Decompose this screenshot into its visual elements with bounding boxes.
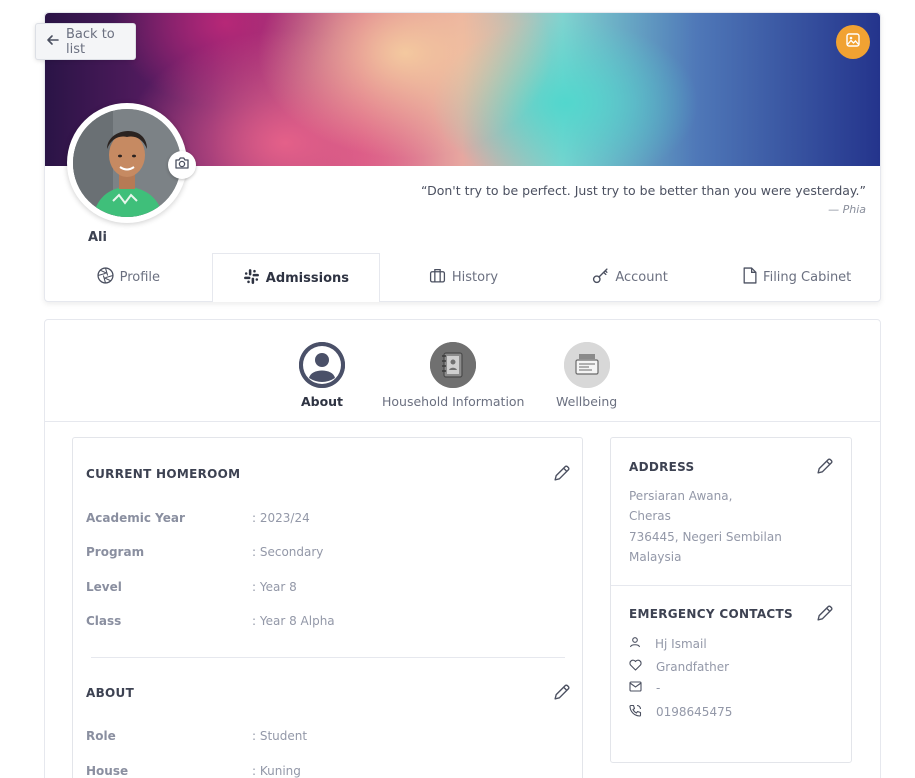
back-to-list-label: Back to list <box>66 26 115 57</box>
subtab-wellbeing-label: Wellbeing <box>556 394 618 409</box>
row-value: : Kuning <box>252 764 301 778</box>
subtab-household-information-label: Household Information <box>382 394 525 409</box>
avatar-photo <box>73 109 181 217</box>
contact-phone: 0198645475 <box>656 705 733 719</box>
subtab-about[interactable]: About <box>299 342 345 409</box>
section-divider <box>91 657 565 658</box>
address-line: 736445, Negeri Sembilan <box>629 530 782 544</box>
profile-tabs: Profile Admissions History Account Filin… <box>45 253 880 302</box>
tab-profile[interactable]: Profile <box>45 253 212 302</box>
tab-filing-cabinet[interactable]: Filing Cabinet <box>713 253 880 302</box>
slack-icon <box>243 268 260 289</box>
student-name: Ali <box>88 230 107 245</box>
wellbeing-icon <box>563 342 610 388</box>
contact-name: Hj Ismail <box>655 636 707 651</box>
row-value: : Year 8 Alpha <box>252 614 335 628</box>
row-value: : 2023/24 <box>252 511 310 525</box>
contact-name-row: Hj Ismail <box>629 636 707 651</box>
address-book-icon <box>430 342 477 388</box>
profile-quote: “Don't try to be perfect. Just try to be… <box>421 183 866 198</box>
file-icon <box>742 267 757 288</box>
contact-email-row: - <box>629 681 660 695</box>
profile-card: Ali “Don't try to be perfect. Just try t… <box>44 12 881 302</box>
tab-account[interactable]: Account <box>547 253 714 302</box>
edit-address-button[interactable] <box>816 458 833 479</box>
about-title: ABOUT <box>86 686 135 700</box>
phone-icon <box>629 704 642 720</box>
row-key: Level <box>86 580 122 594</box>
contact-relation-row: Grandfather <box>629 659 729 674</box>
heart-icon <box>629 659 642 674</box>
emergency-title: EMERGENCY CONTACTS <box>629 607 793 621</box>
key-icon <box>592 267 609 288</box>
admissions-subtabs: About Household Information Wellbeing <box>45 320 880 422</box>
tab-account-label: Account <box>615 270 668 285</box>
briefcase-icon <box>429 267 446 288</box>
tab-admissions-label: Admissions <box>265 270 349 286</box>
arrow-left-icon <box>46 33 60 51</box>
subtab-wellbeing[interactable]: Wellbeing <box>556 342 617 409</box>
user-circle-icon <box>299 342 345 388</box>
contact-phone-row: 0198645475 <box>629 704 732 720</box>
row-key: Role <box>86 729 116 743</box>
tab-admissions[interactable]: Admissions <box>211 253 381 302</box>
section-divider <box>611 585 851 586</box>
homeroom-panel: CURRENT HOMEROOM Academic Year : 2023/24… <box>72 437 583 778</box>
row-value: : Student <box>252 729 308 743</box>
address-line: Malaysia <box>629 550 682 564</box>
address-line: Persiaran Awana, <box>629 489 733 503</box>
image-icon <box>845 32 861 52</box>
mail-icon <box>629 681 642 695</box>
row-key: Academic Year <box>86 511 185 525</box>
user-icon <box>629 636 641 651</box>
address-line: Cheras <box>629 509 671 523</box>
pencil-icon <box>553 684 570 705</box>
subtab-household-information[interactable]: Household Information <box>382 342 524 409</box>
edit-homeroom-button[interactable] <box>553 465 570 486</box>
aperture-icon <box>97 267 114 288</box>
page: Back to list Ali “Don't try to be perfec… <box>0 0 915 778</box>
edit-about-button[interactable] <box>553 684 570 705</box>
admissions-card: About Household Information Wellbeing CU… <box>44 319 881 778</box>
row-value: : Year 8 <box>252 580 297 594</box>
pencil-icon <box>816 458 833 479</box>
quote-author: — Phia <box>828 203 866 216</box>
tab-history[interactable]: History <box>380 253 547 302</box>
row-key: House <box>86 764 129 778</box>
pencil-icon <box>816 605 833 626</box>
subtab-about-label: About <box>300 394 344 409</box>
back-to-list-button[interactable]: Back to list <box>35 23 136 60</box>
pencil-icon <box>553 465 570 486</box>
address-title: ADDRESS <box>629 460 695 474</box>
row-key: Class <box>86 614 122 628</box>
contact-panel: ADDRESS Persiaran Awana, Cheras 736445, … <box>610 437 852 763</box>
tab-profile-label: Profile <box>119 270 160 285</box>
tab-history-label: History <box>451 270 499 285</box>
row-value: : Secondary <box>252 545 324 559</box>
tab-filing-cabinet-label: Filing Cabinet <box>763 270 852 285</box>
edit-emergency-button[interactable] <box>816 605 833 626</box>
contact-relation: Grandfather <box>656 659 730 674</box>
row-key: Program <box>86 545 145 559</box>
homeroom-title: CURRENT HOMEROOM <box>86 467 241 481</box>
contact-email: - <box>656 681 661 695</box>
camera-icon <box>174 155 190 175</box>
change-cover-button[interactable] <box>836 25 870 59</box>
change-avatar-button[interactable] <box>168 151 196 179</box>
